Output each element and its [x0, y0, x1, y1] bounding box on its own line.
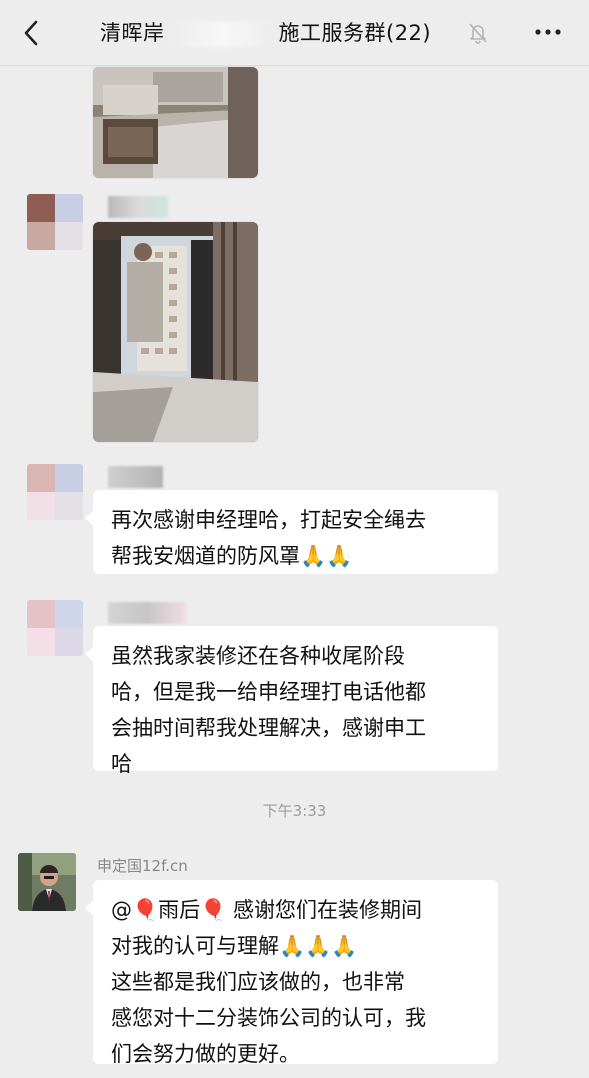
mute-bell-icon: [469, 23, 487, 44]
message-line: 感您对十二分装饰公司的认可，我: [111, 1006, 426, 1030]
chat-header: 清晖岸 施工服务群(22): [0, 0, 589, 66]
message-line: 虽然我家装修还在各种收尾阶段: [111, 644, 405, 668]
message-bubble[interactable]: 再次感谢申经理哈，打起安全绳去 帮我安烟道的防风罩🙏🙏: [85, 490, 498, 574]
avatar[interactable]: [27, 600, 83, 656]
message-line: 哈，但是我一给申经理打电话他都: [111, 680, 426, 704]
message-line: 这些都是我们应该做的，也非常: [111, 970, 405, 994]
avatar[interactable]: [27, 194, 83, 250]
blurred-title-segment: [166, 21, 277, 47]
message-line: 会抽时间帮我处理解决，感谢申工: [111, 716, 426, 740]
sender-name-blurred: [108, 466, 163, 488]
avatar[interactable]: [18, 853, 76, 911]
message-line: 再次感谢申经理哈，打起安全绳去: [111, 508, 426, 532]
timestamp: 下午3:33: [262, 802, 327, 820]
sender-name-blurred: [108, 196, 168, 218]
chat-title: 清晖岸 施工服务群(22): [100, 17, 431, 47]
chat-title-left: 清晖岸: [100, 21, 165, 45]
message-bubble[interactable]: @🎈雨后🎈 感谢您们在装修期间 对我的认可与理解🙏🙏🙏 这些都是我们应该做的，也…: [85, 880, 498, 1066]
message-line: @🎈雨后🎈 感谢您们在装修期间: [111, 898, 422, 922]
more-options-icon[interactable]: [533, 24, 563, 40]
chat-title-right: 施工服务群(22): [278, 21, 432, 45]
construction-photo: [93, 67, 258, 178]
window-installation-photo: [93, 222, 258, 442]
message-line: 帮我安烟道的防风罩🙏🙏: [111, 544, 353, 568]
message-bubble[interactable]: 虽然我家装修还在各种收尾阶段 哈，但是我一给申经理打电话他都 会抽时间帮我处理解…: [85, 626, 498, 776]
chat-image[interactable]: [93, 222, 258, 442]
message-line: 哈: [111, 752, 132, 776]
back-arrow-icon[interactable]: [18, 18, 46, 48]
message-line: 对我的认可与理解🙏🙏🙏: [111, 934, 358, 958]
message-line: 们会努力做的更好。: [111, 1042, 300, 1066]
person-photo: [18, 853, 76, 911]
sender-name-blurred: [108, 602, 186, 624]
sender-name: 申定国12f.cn: [97, 857, 188, 875]
chat-image[interactable]: [93, 67, 258, 178]
avatar[interactable]: [27, 464, 83, 520]
